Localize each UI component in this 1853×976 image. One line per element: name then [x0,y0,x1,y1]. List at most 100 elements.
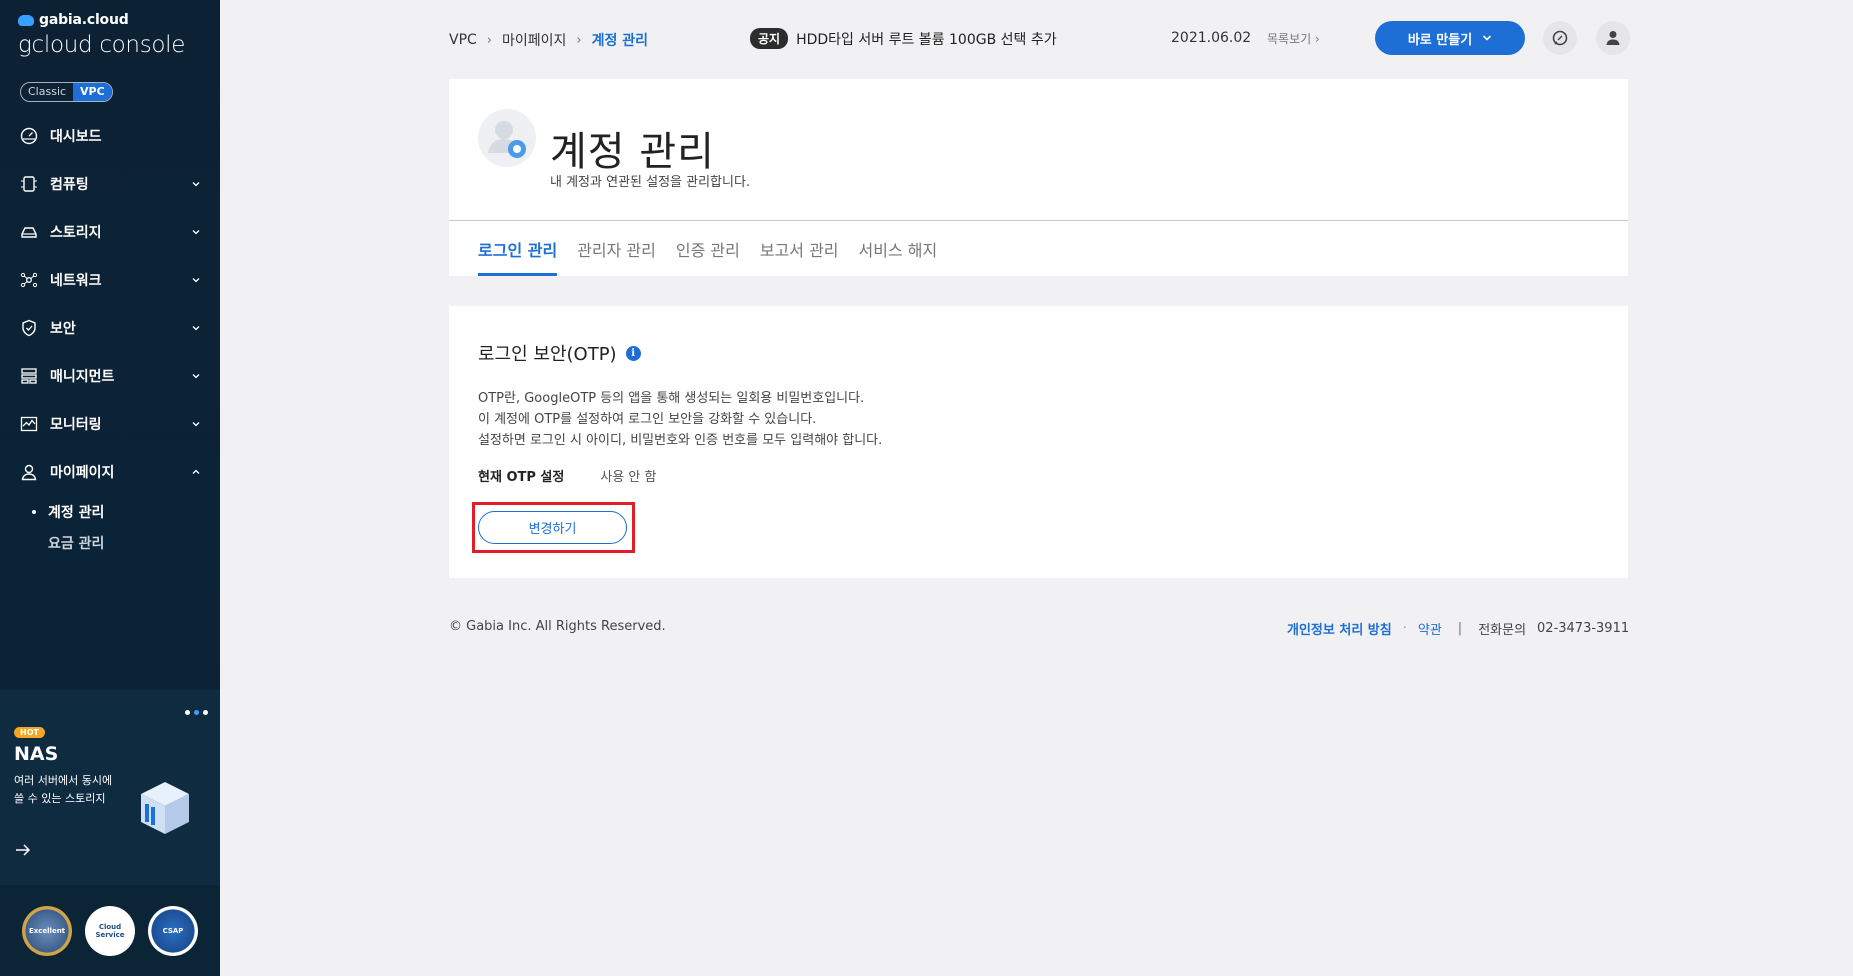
tab-admin[interactable]: 관리자 관리 [577,221,656,276]
cpu-icon [20,175,38,193]
notice-more-link[interactable]: 목록보기 › [1267,30,1320,47]
carousel-dot-active[interactable] [194,710,199,715]
otp-status-value: 사용 안 함 [600,470,657,485]
network-icon [20,271,38,289]
product-name: gcloud console [18,32,185,58]
terms-link[interactable]: 약관 [1418,619,1442,638]
badge-label: Excellent [28,926,66,935]
phone-number: 02-3473-3911 [1537,621,1630,636]
switch-classic[interactable]: Classic [21,83,73,101]
privacy-policy-link[interactable]: 개인정보 처리 방침 [1287,619,1392,638]
sidebar-item-label: 대시보드 [50,129,102,145]
sidebar-item-management[interactable]: 매니지먼트 [0,352,220,400]
switch-vpc[interactable]: VPC [73,83,112,101]
sidebar-subitem-account[interactable]: 계정 관리 [30,496,220,527]
breadcrumb-separator-icon: › [486,32,492,48]
notice-tag: 공지 [750,28,789,49]
sidebar-item-mypage[interactable]: 마이페이지 [0,448,220,496]
chevron-down-icon [192,422,200,427]
notice-date: 2021.06.02 [1171,30,1252,46]
sidebar-item-label: 네트워크 [50,273,102,289]
copyright: © Gabia Inc. All Rights Reserved. [449,619,666,634]
promo-desc: 여러 서버에서 동시에 쓸 수 있는 스토리지 [14,772,124,808]
quick-create-label: 바로 만들기 [1407,32,1473,48]
user-menu-button[interactable] [1596,21,1630,55]
sidebar-subitem-label: 요금 관리 [48,535,105,552]
promo-desc-line: 여러 서버에서 동시에 [14,774,113,787]
carousel-dot[interactable] [203,710,208,715]
chat-icon [1552,30,1568,46]
sidebar-subitem-label: 계정 관리 [48,504,105,521]
sidebar-nav: 대시보드 컴퓨팅 스토리지 네트워크 보안 매니지먼트 모니터링 마이페이지 계… [0,112,220,558]
excellent-badge-icon: Excellent [22,905,72,956]
tab-auth[interactable]: 인증 관리 [676,221,740,276]
quick-create-button[interactable]: 바로 만들기 [1375,21,1525,55]
chevron-down-icon [192,374,200,379]
badge-label: CSAP [162,926,184,935]
phone-label: 전화문의 [1478,623,1527,638]
change-otp-button[interactable]: 변경하기 [478,511,627,544]
csap-badge-icon: CSAP [148,905,198,956]
platform-switch[interactable]: Classic VPC [20,82,113,102]
separator-bar: | [1457,621,1463,636]
sidebar-item-storage[interactable]: 스토리지 [0,208,220,256]
breadcrumb-item[interactable]: 마이페이지 [502,30,566,50]
management-icon [20,367,38,385]
sidebar-item-network[interactable]: 네트워크 [0,256,220,304]
sidebar-item-label: 스토리지 [50,225,102,241]
tab-bar: 로그인 관리 관리자 관리 인증 관리 보고서 관리 서비스 해지 [478,221,937,276]
promo-banner[interactable]: HOT NAS 여러 서버에서 동시에 쓸 수 있는 스토리지 [0,690,220,885]
product-name-part2: console [99,32,186,58]
tab-report[interactable]: 보고서 관리 [760,221,839,276]
sidebar-item-label: 모니터링 [50,417,102,433]
monitoring-icon [20,415,38,433]
sidebar-item-computing[interactable]: 컴퓨팅 [0,160,220,208]
hot-badge: HOT [14,727,45,738]
chevron-right-icon: › [1315,32,1320,46]
product-name-part1: gcloud [18,32,100,58]
chevron-down-icon [192,278,200,283]
certification-badges: Excellent Cloud Service CSAP [0,885,220,976]
tab-login[interactable]: 로그인 관리 [478,221,558,276]
chat-button[interactable] [1543,21,1577,55]
page-header-card: 계정 관리 내 계정과 연관된 설정을 관리합니다. 로그인 관리 관리자 관리… [449,79,1628,276]
promo-desc-line: 쓸 수 있는 스토리지 [14,792,106,805]
brand: gabia.cloud [18,12,185,28]
page-title: 계정 관리 [550,129,715,175]
breadcrumb: VPC › 마이페이지 › 계정 관리 [449,30,648,50]
otp-description: OTP란, GoogleOTP 등의 앱을 통해 생성되는 일회용 비밀번호입니… [478,388,882,451]
arrow-right-icon[interactable] [14,843,32,857]
footer-links: 개인정보 처리 방침 · 약관 | 전화문의 02-3473-3911 [1287,619,1629,638]
info-icon[interactable]: i [625,345,641,361]
sidebar-item-security[interactable]: 보안 [0,304,220,352]
active-dot-icon [32,510,36,514]
sidebar: gabia.cloud gcloud console Classic VPC 대… [0,0,220,976]
sidebar-item-label: 컴퓨팅 [50,177,89,193]
notice-text[interactable]: HDD타입 서버 루트 볼륨 100GB 선택 추가 [796,29,1057,49]
dashboard-icon [20,127,38,145]
carousel-dots[interactable] [185,710,208,715]
sidebar-subitem-billing[interactable]: 요금 관리 [30,527,220,558]
chevron-down-icon [192,182,200,187]
separator-dot: · [1402,621,1407,636]
sidebar-item-monitoring[interactable]: 모니터링 [0,400,220,448]
breadcrumb-separator-icon: › [576,32,582,48]
tab-cancel-service[interactable]: 서비스 해지 [859,221,938,276]
breadcrumb-item[interactable]: VPC [449,32,477,48]
brand-name: gabia.cloud [39,12,129,28]
otp-description-line: OTP란, GoogleOTP 등의 앱을 통해 생성되는 일회용 비밀번호입니… [478,391,865,406]
sidebar-submenu-mypage: 계정 관리 요금 관리 [0,496,220,558]
notice[interactable]: 공지 HDD타입 서버 루트 볼륨 100GB 선택 추가 [750,28,1057,49]
page-subtitle: 내 계정과 연관된 설정을 관리합니다. [550,175,751,190]
sidebar-item-label: 마이페이지 [50,465,115,481]
storage-icon [20,223,38,241]
carousel-dot[interactable] [185,710,190,715]
sidebar-item-dashboard[interactable]: 대시보드 [0,112,220,160]
logo[interactable]: gabia.cloud gcloud console [18,12,185,58]
chevron-down-icon [192,326,200,331]
otp-title-text: 로그인 보안(OTP) [478,344,617,365]
nas-box-icon [141,782,189,834]
user-icon [1606,31,1620,45]
otp-section-title: 로그인 보안(OTP) i [478,340,641,366]
badge-label: Cloud Service [95,922,125,939]
